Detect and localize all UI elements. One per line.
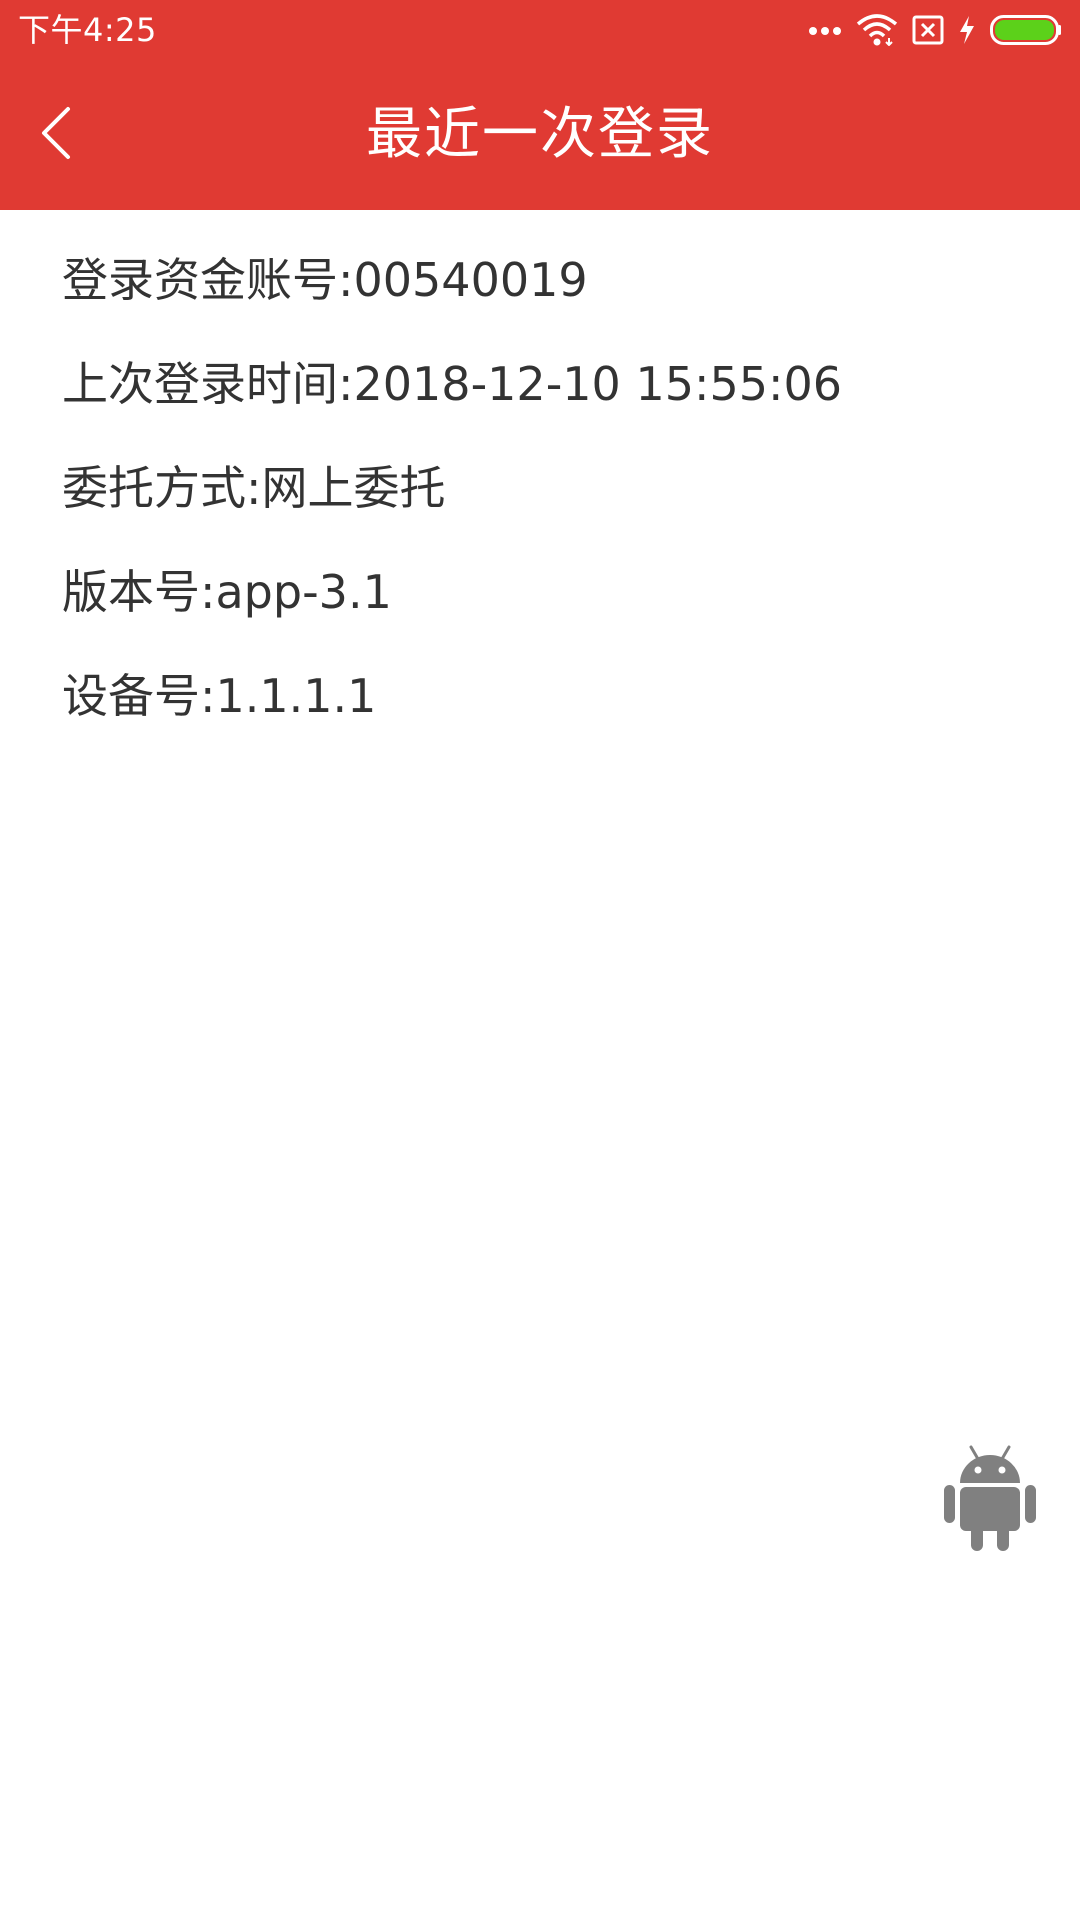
sim-disabled-icon — [912, 15, 944, 45]
status-icons — [808, 12, 1062, 48]
status-bar: 下午4:25 — [0, 0, 1080, 60]
app-bar: 最近一次登录 — [0, 60, 1080, 210]
device-id-row: 设备号:1.1.1.1 — [62, 669, 377, 723]
fund-account-row: 登录资金账号:00540019 — [62, 253, 588, 307]
last-login-time-row: 上次登录时间:2018-12-10 15:55:06 — [62, 357, 843, 411]
battery-icon — [990, 15, 1062, 45]
page-title: 最近一次登录 — [366, 102, 714, 167]
wifi-icon — [856, 14, 898, 46]
more-dots-icon — [808, 24, 842, 36]
entrust-method-row: 委托方式:网上委托 — [62, 461, 446, 515]
status-time: 下午4:25 — [18, 11, 157, 49]
version-row: 版本号:app-3.1 — [62, 565, 392, 619]
charging-bolt-icon — [958, 15, 976, 45]
android-robot-icon[interactable] — [943, 1445, 1037, 1553]
login-details: 登录资金账号:00540019 上次登录时间:2018-12-10 15:55:… — [62, 245, 1022, 765]
